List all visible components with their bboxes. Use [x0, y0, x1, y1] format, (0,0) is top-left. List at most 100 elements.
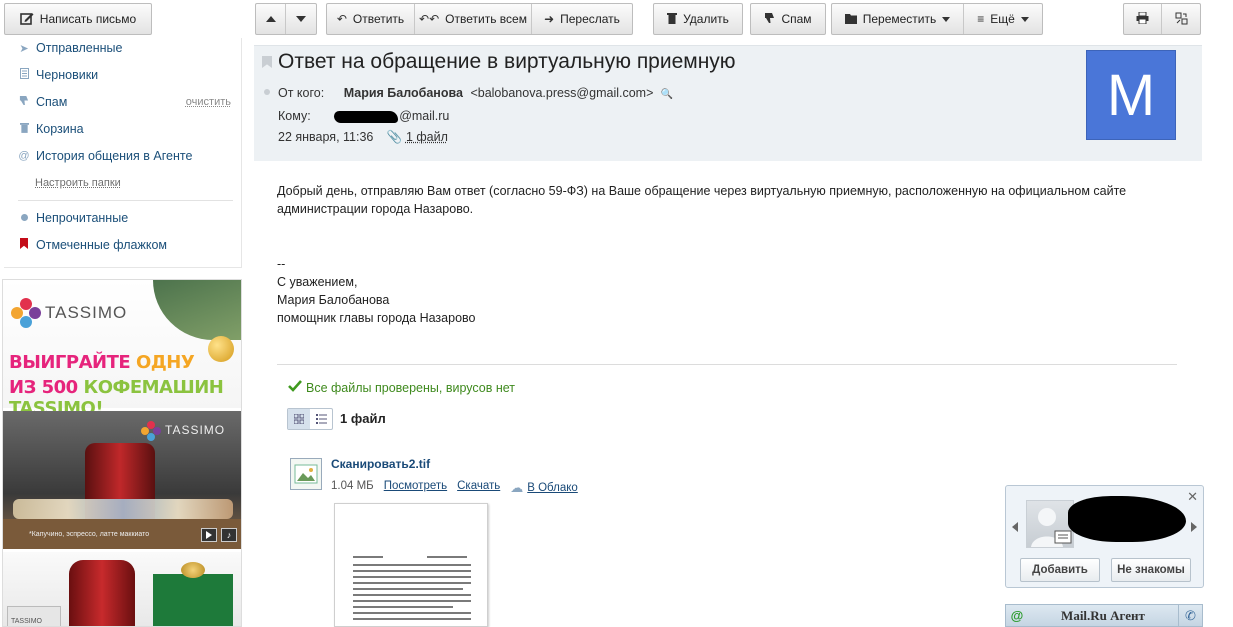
flag-icon	[18, 238, 30, 252]
reply-all-label: Ответить всем	[445, 12, 527, 26]
cloud-link[interactable]: В Облако	[527, 482, 578, 494]
body-paragraph: Добрый день, отправляю Вам ответ (соглас…	[277, 182, 1126, 218]
arrow-left-icon[interactable]	[1012, 522, 1018, 532]
sidebar-item-sent[interactable]: ➤ Отправленные	[18, 41, 122, 55]
unread-dot-icon	[18, 212, 30, 224]
play-button[interactable]	[201, 528, 217, 542]
signature-name: Мария Балобанова	[277, 293, 390, 307]
reply-label: Ответить	[352, 12, 405, 26]
sidebar-item-label: Непрочитанные	[36, 211, 129, 225]
sidebar-item-spam[interactable]: Спам	[18, 95, 67, 109]
trash-icon	[667, 12, 678, 26]
attachment-link[interactable]: 1 файл	[406, 130, 448, 144]
trash-icon	[18, 122, 30, 136]
sidebar-item-trash[interactable]: Корзина	[18, 122, 84, 136]
sidebar-item-label: Корзина	[36, 122, 84, 136]
body-divider	[277, 364, 1177, 365]
image-file-icon[interactable]	[290, 458, 322, 490]
arrow-right-icon[interactable]	[1191, 522, 1197, 532]
sender-name[interactable]: Мария Балобанова	[344, 86, 463, 100]
reply-button[interactable]: ↶ Ответить	[327, 4, 415, 34]
flag-icon[interactable]	[262, 56, 272, 68]
sidebar-item-flagged[interactable]: Отмеченные флажком	[18, 238, 167, 252]
sent-icon: ➤	[19, 42, 29, 55]
signature-regards: С уважением,	[277, 275, 358, 289]
download-link[interactable]: Скачать	[457, 480, 500, 496]
virus-status-label: Все файлы проверены, вирусов нет	[306, 380, 516, 395]
grid-icon	[288, 409, 310, 429]
tassimo-logo-icon	[11, 298, 41, 328]
sidebar-item-agent-history[interactable]: @ История общения в Агенте	[18, 149, 192, 163]
nav-arrows	[255, 3, 317, 35]
contact-avatar	[1026, 500, 1074, 548]
folder-sidebar: ➤ Отправленные Черновики Спам очистить К…	[4, 38, 242, 268]
reply-all-button[interactable]: ↶↶ Ответить всем	[415, 4, 532, 34]
attachment-thumbnail[interactable]	[334, 503, 488, 627]
reply-group: ↶ Ответить ↶↶ Ответить всем ➜ Переслать	[326, 3, 633, 35]
forward-button[interactable]: ➜ Переслать	[532, 4, 632, 34]
date-line: 22 января, 11:36 📎 1 файл	[278, 130, 448, 145]
draft-icon	[18, 68, 30, 82]
list-view-button[interactable]	[310, 409, 332, 429]
sidebar-item-unread[interactable]: Непрочитанные	[18, 211, 128, 225]
next-message-button[interactable]	[286, 4, 316, 34]
compose-button[interactable]: Написать письмо	[4, 3, 152, 35]
from-line: От кого: Мария Балобанова <balobanova.pr…	[264, 86, 673, 100]
sender-email[interactable]: <balobanova.press@gmail.com>	[470, 86, 653, 100]
collapse-button[interactable]	[1162, 4, 1200, 34]
view-switcher	[287, 408, 333, 430]
spam-clean-link[interactable]: очистить	[186, 96, 231, 108]
prev-message-button[interactable]	[256, 4, 286, 34]
attachment-name[interactable]: Сканировать2.tif	[331, 457, 430, 471]
print-group	[1123, 3, 1201, 35]
move-button[interactable]: Переместить	[832, 4, 964, 34]
not-known-button[interactable]: Не знакомы	[1111, 558, 1191, 582]
agent-title: Mail.Ru Агент	[1061, 607, 1145, 623]
sidebar-item-label: История общения в Агенте	[36, 149, 193, 163]
to-line: Кому: @mail.ru	[278, 109, 449, 123]
more-button[interactable]: ≡ Ещё	[964, 4, 1042, 34]
agent-contact-popup: ✕ Добавить Не знакомы	[1005, 485, 1204, 588]
from-label: От кого:	[278, 86, 325, 100]
add-contact-button[interactable]: Добавить	[1020, 558, 1100, 582]
more-label: Ещё	[990, 12, 1015, 26]
view-link[interactable]: Посмотреть	[384, 480, 447, 496]
list-icon: ≡	[977, 12, 985, 26]
gift-bow-icon	[181, 562, 205, 578]
forward-label: Переслать	[560, 12, 620, 26]
cloud-save[interactable]: ☁ В Облако	[510, 480, 578, 496]
virus-status: Все файлы проверены, вирусов нет	[288, 380, 515, 395]
mute-button[interactable]: ♪	[221, 528, 237, 542]
agent-bar[interactable]: @ Mail.Ru Агент ✆	[1005, 604, 1203, 627]
ad-panel-1: TASSIMO ВЫИГРАЙТЕ ОДНУ ИЗ 500 КОФЕМАШИН …	[3, 280, 241, 419]
sidebar-item-label: Отправленные	[36, 41, 123, 55]
tassimo-logo-icon	[141, 421, 161, 441]
delete-button[interactable]: Удалить	[653, 3, 743, 35]
body-line: Добрый день, отправляю Вам ответ (соглас…	[277, 184, 1127, 198]
delete-label: Удалить	[683, 12, 729, 26]
body-line: администрации города Назарово.	[277, 202, 474, 216]
christmas-branch-icon	[153, 280, 241, 340]
phone-icon[interactable]: ✆	[1178, 604, 1202, 627]
close-icon[interactable]: ✕	[1187, 489, 1198, 505]
spam-button[interactable]: Спам	[750, 3, 826, 35]
reply-all-icon: ↶↶	[419, 12, 440, 26]
ad-banner[interactable]: TASSIMO ВЫИГРАЙТЕ ОДНУ ИЗ 500 КОФЕМАШИН …	[2, 279, 242, 627]
play-icon	[206, 531, 212, 539]
ad-headline-1: ВЫИГРАЙТЕ ОДНУ	[9, 352, 195, 373]
print-button[interactable]	[1124, 4, 1162, 34]
forward-icon: ➜	[544, 12, 555, 26]
signature: -- С уважением, Мария Балобанова помощни…	[277, 255, 475, 327]
search-icon[interactable]: 🔍	[661, 89, 673, 100]
sidebar-item-drafts[interactable]: Черновики	[18, 68, 98, 82]
cloud-icon: ☁	[510, 480, 524, 495]
paperclip-icon: 📎	[386, 130, 403, 144]
grid-view-button[interactable]	[288, 409, 310, 429]
compose-label: Написать письмо	[39, 12, 137, 26]
status-dot-icon	[264, 89, 270, 95]
recipient-email[interactable]: @mail.ru	[399, 109, 449, 123]
ad-panel-3: TASSIMO	[3, 552, 241, 626]
configure-folders-link[interactable]: Настроить папки	[35, 177, 121, 189]
spam-label: Спам	[781, 12, 812, 26]
arrow-down-icon	[296, 16, 306, 22]
